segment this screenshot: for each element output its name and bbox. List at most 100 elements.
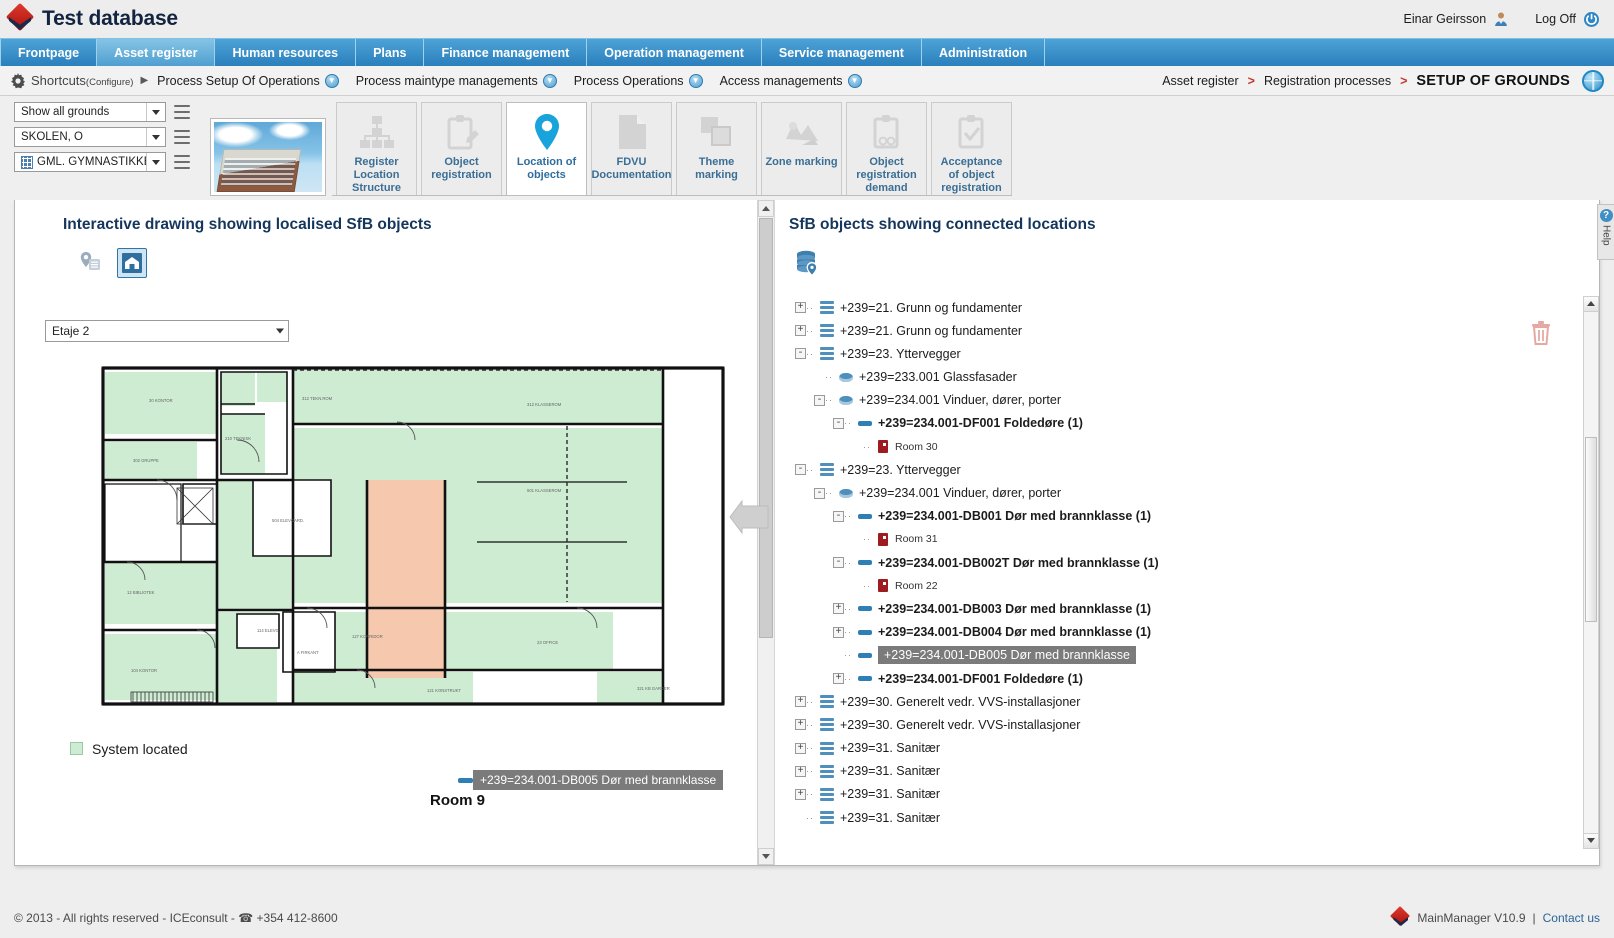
chevron-down-icon[interactable]: ▼ xyxy=(688,73,703,88)
chevron-down-icon[interactable]: ▼ xyxy=(324,73,339,88)
gear-icon[interactable] xyxy=(10,72,26,89)
tool-button-acceptance-of-object-registration[interactable]: Acceptance of object registration xyxy=(931,102,1012,195)
selected-door-marker[interactable] xyxy=(458,777,473,783)
nav-tab-operation-management[interactable]: Operation management xyxy=(587,39,762,66)
tree-scroll-up-button[interactable] xyxy=(1584,296,1598,312)
user-menu[interactable]: Einar Geirsson xyxy=(1404,11,1510,27)
expand-icon[interactable]: + xyxy=(833,603,844,615)
tree-scroll-down-button[interactable] xyxy=(1584,832,1598,848)
chevron-down-icon[interactable] xyxy=(146,103,165,121)
collapse-icon[interactable]: - xyxy=(814,487,825,499)
chevron-down-icon[interactable]: ▼ xyxy=(542,73,557,88)
bar-icon xyxy=(858,513,872,519)
collapse-icon[interactable]: - xyxy=(795,348,806,360)
tree-row[interactable]: + ·· +239=21. Grunn og fundamenter xyxy=(789,319,1581,342)
collapse-icon[interactable]: - xyxy=(833,557,844,569)
collapse-icon[interactable]: - xyxy=(814,394,825,406)
nav-tab-plans[interactable]: Plans xyxy=(356,39,425,66)
tree-row[interactable]: + ·· +239=234.001-DB004 Dør med brannklass… xyxy=(789,621,1581,644)
selector-0[interactable]: Show all grounds xyxy=(14,102,166,122)
tree-row[interactable]: - ·· +239=234.001-DB002T Dør med brannklas… xyxy=(789,551,1581,574)
tree-row[interactable]: + ·· +239=234.001-DF001 Foldedøre (1) xyxy=(789,667,1581,690)
tool-button-register-location-structure[interactable]: Register Location Structure xyxy=(336,102,417,195)
nav-tab-finance-management[interactable]: Finance management xyxy=(424,39,588,66)
tree-row[interactable]: - ·· +239=23. Yttervegger xyxy=(789,342,1581,365)
collapse-icon[interactable]: - xyxy=(795,464,806,476)
expand-icon[interactable]: + xyxy=(795,302,806,313)
scroll-down-button[interactable] xyxy=(758,847,774,865)
breadcrumb-item-1[interactable]: Registration processes xyxy=(1264,74,1391,88)
expand-icon[interactable]: + xyxy=(795,788,806,800)
chevron-down-icon[interactable] xyxy=(146,153,165,171)
tree-row[interactable]: - ·· +239=23. Yttervegger xyxy=(789,458,1581,481)
nav-tab-asset-register[interactable]: Asset register xyxy=(97,39,216,66)
expand-icon[interactable]: + xyxy=(795,325,806,337)
nav-tab-human-resources[interactable]: Human resources xyxy=(215,39,357,66)
expand-icon[interactable]: + xyxy=(833,673,844,684)
chevron-down-icon[interactable]: ▼ xyxy=(847,73,862,88)
scroll-thumb[interactable] xyxy=(759,217,773,638)
pin-list-icon[interactable] xyxy=(77,250,103,276)
nav-tab-administration[interactable]: Administration xyxy=(922,39,1046,66)
shortcut-item-0[interactable]: Process Setup Of Operations ▼ xyxy=(157,73,339,88)
tree-row[interactable]: + ·· +239=31. Sanitær xyxy=(789,736,1581,759)
chevron-down-icon[interactable] xyxy=(146,128,165,146)
tree-row[interactable]: - ·· +239=234.001 Vinduer, dører, porter xyxy=(789,481,1581,504)
expand-icon[interactable]: + xyxy=(795,719,806,731)
tool-button-object-registration[interactable]: Object registration xyxy=(421,102,502,195)
collapse-panel-arrow-icon[interactable] xyxy=(728,499,770,534)
tool-button-fdvu-documentation[interactable]: FDVU Documentation xyxy=(591,102,672,195)
tool-button-location-of-objects[interactable]: Location of objects xyxy=(506,102,587,195)
globe-icon[interactable] xyxy=(1582,69,1604,92)
database-location-icon[interactable] xyxy=(793,248,823,278)
tree-row[interactable]: ·· Room 31 xyxy=(789,528,1581,551)
collapse-icon[interactable]: - xyxy=(833,510,844,522)
contact-us-link[interactable]: Contact us xyxy=(1543,911,1600,925)
expand-icon[interactable]: + xyxy=(795,742,806,754)
expand-icon[interactable]: + xyxy=(795,765,806,777)
shortcut-item-1[interactable]: Process maintype managements ▼ xyxy=(356,73,557,88)
tree-row[interactable]: ·· Room 22 xyxy=(789,574,1581,597)
tree-scroll-thumb[interactable] xyxy=(1585,436,1597,622)
tree-row[interactable]: ·· +239=234.001-DB005 Dør med brannklasse xyxy=(789,644,1581,667)
floor-plan-svg[interactable]: 30 KONTOR 302 GRUPPE 12 BIBLIOTEK 104 KO… xyxy=(97,362,727,707)
expand-icon[interactable]: + xyxy=(795,696,806,708)
tool-button-zone-marking[interactable]: Zone marking xyxy=(761,102,842,195)
selector-2[interactable]: GML. GYMNASTIKKBY xyxy=(14,152,166,172)
drawing-icon[interactable] xyxy=(117,247,147,278)
selector-menu-icon[interactable] xyxy=(174,155,190,169)
tool-button-theme-marking[interactable]: Theme marking xyxy=(676,102,757,195)
tree-row[interactable]: + ·· +239=31. Sanitær xyxy=(789,783,1581,806)
tree-row[interactable]: + ·· +239=21. Grunn og fundamenter xyxy=(789,296,1581,319)
tree-row[interactable]: - ·· +239=234.001 Vinduer, dører, porter xyxy=(789,389,1581,412)
shortcuts-label[interactable]: Shortcuts(Configure) xyxy=(31,73,133,88)
shortcut-item-2[interactable]: Process Operations ▼ xyxy=(574,73,703,88)
help-tab[interactable]: ? Help xyxy=(1597,204,1614,260)
tree-row[interactable]: ·· +239=233.001 Glassfasader xyxy=(789,365,1581,388)
nav-tab-service-management[interactable]: Service management xyxy=(762,39,922,66)
nav-tab-frontpage[interactable]: Frontpage xyxy=(0,39,98,66)
floor-plan[interactable]: 30 KONTOR 302 GRUPPE 12 BIBLIOTEK 104 KO… xyxy=(97,362,727,707)
tree-row[interactable]: + ·· +239=234.001-DB003 Dør med brannklass… xyxy=(789,597,1581,620)
logoff-button[interactable]: Log Off xyxy=(1535,11,1600,28)
tree-row[interactable]: ·· +239=31. Sanitær xyxy=(789,806,1581,829)
shortcuts-configure[interactable]: (Configure) xyxy=(86,77,134,88)
floor-select[interactable]: Etaje 2 xyxy=(45,319,289,342)
selector-menu-icon[interactable] xyxy=(174,105,190,119)
tree-vertical-scrollbar[interactable] xyxy=(1583,295,1599,849)
selector-menu-icon[interactable] xyxy=(174,130,190,144)
tree-row[interactable]: - ·· +239=234.001-DF001 Foldedøre (1) xyxy=(789,412,1581,435)
scroll-up-button[interactable] xyxy=(758,199,774,217)
tree-row[interactable]: + ·· +239=30. Generelt vedr. VVS-installas… xyxy=(789,690,1581,713)
tree-row[interactable]: ·· Room 30 xyxy=(789,435,1581,458)
building-thumbnail[interactable] xyxy=(210,117,326,196)
tree-row[interactable]: - ·· +239=234.001-DB001 Dør med brannklass… xyxy=(789,505,1581,528)
breadcrumb-item-0[interactable]: Asset register xyxy=(1162,74,1238,88)
shortcut-item-3[interactable]: Access managements ▼ xyxy=(720,73,862,88)
tool-button-object-registration-demand[interactable]: Object registration demand xyxy=(846,102,927,195)
tree-row[interactable]: + ·· +239=31. Sanitær xyxy=(789,760,1581,783)
expand-icon[interactable]: + xyxy=(833,626,844,638)
collapse-icon[interactable]: - xyxy=(833,417,844,429)
tree-row[interactable]: + ·· +239=30. Generelt vedr. VVS-installas… xyxy=(789,713,1581,736)
selector-1[interactable]: SKOLEN, O xyxy=(14,127,166,147)
